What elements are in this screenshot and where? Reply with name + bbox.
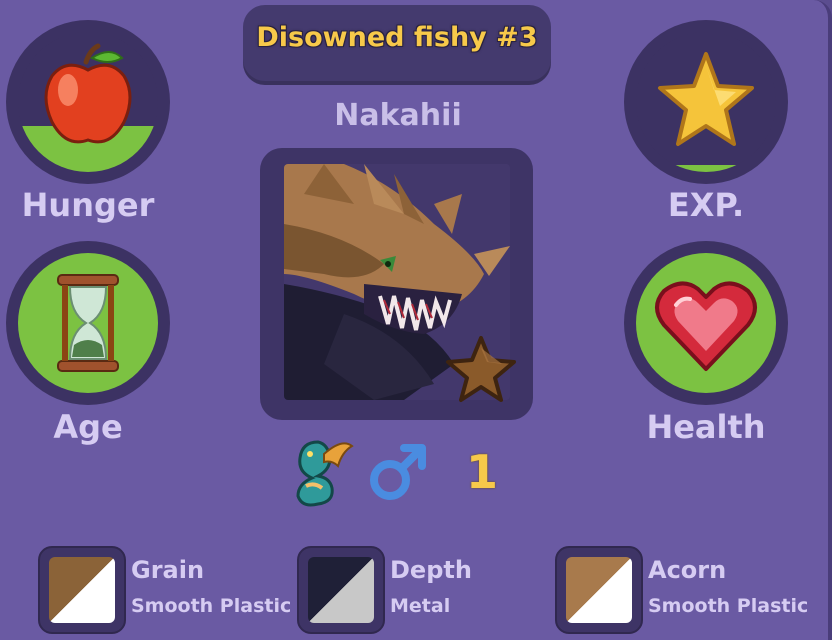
material-name: Acorn [648,556,727,584]
pet-name: Nakahii [334,98,462,133]
age-label: Age [53,408,123,446]
material-color-swatch [308,557,374,623]
health-label: Health [646,408,766,446]
exp-label: EXP. [667,186,745,224]
exp-stat[interactable] [624,20,788,184]
apple-icon [44,43,132,144]
heart-icon [655,281,757,371]
hourglass-icon [57,274,119,372]
material-swatch-card[interactable] [555,546,643,634]
rarity-star-icon [446,336,516,402]
material-type: Smooth Plastic [131,595,292,617]
dragon-species-icon [296,440,354,507]
health-stat[interactable] [624,241,788,405]
male-gender-icon [370,444,426,500]
pet-title: Disowned fishy #3 [256,22,538,53]
material-type: Smooth Plastic [648,595,809,617]
star-icon [658,52,754,146]
material-swatch-card[interactable] [38,546,126,634]
material-color-swatch [49,557,115,623]
material-name: Depth [390,556,472,584]
age-stat[interactable] [6,241,170,405]
material-type: Metal [390,595,451,617]
hunger-stat[interactable] [6,20,170,184]
hunger-label: Hunger [21,186,155,224]
material-color-swatch [566,557,632,623]
material-name: Grain [131,556,205,584]
material-swatch-card[interactable] [297,546,385,634]
pet-level: 1 [466,445,499,499]
